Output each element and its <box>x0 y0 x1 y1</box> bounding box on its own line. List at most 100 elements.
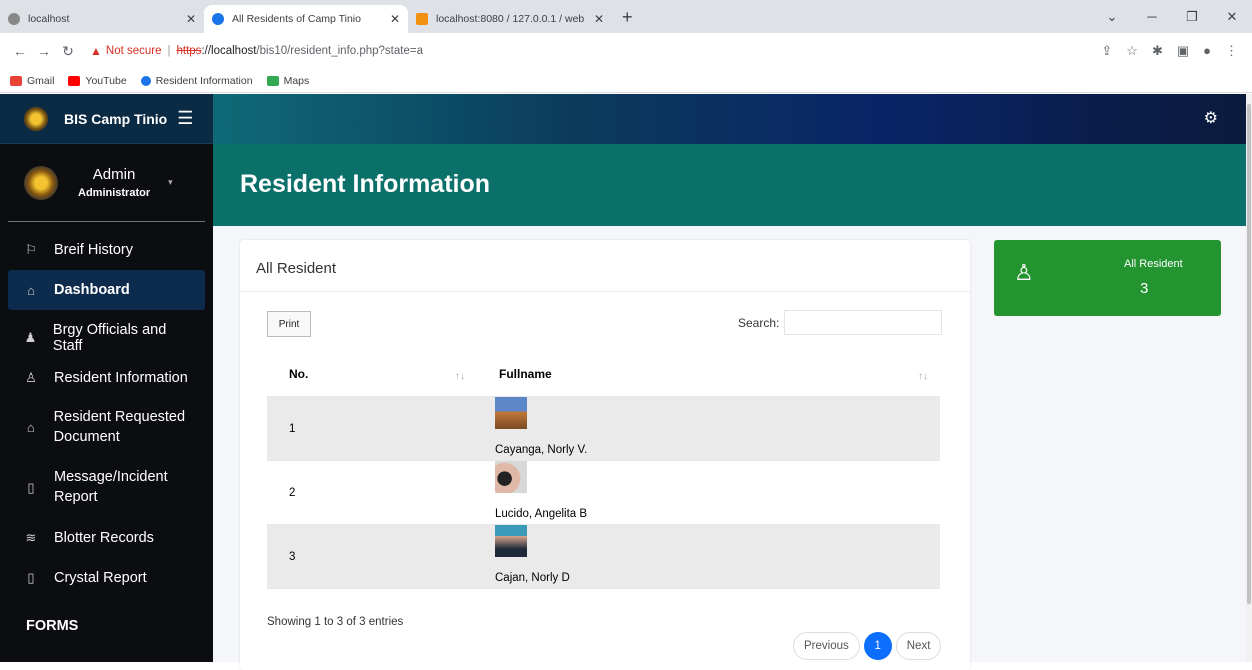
stat-label: All Resident <box>1124 258 1183 270</box>
minimize-icon[interactable]: ─ <box>1132 9 1172 24</box>
browser-tab-localhost[interactable]: localhost ✕ <box>0 5 204 33</box>
bookmark-youtube[interactable]: YouTube <box>68 74 127 87</box>
user-info: Admin Administrator <box>78 166 150 199</box>
row-number: 2 <box>289 486 296 499</box>
browser-tab-bar: localhost ✕ All Residents of Camp Tinio … <box>0 0 1252 33</box>
bookmark-label: Resident Information <box>155 74 253 87</box>
new-tab-icon[interactable]: + <box>622 7 633 28</box>
browser-tab-residents[interactable]: All Residents of Camp Tinio ✕ <box>204 5 408 33</box>
row-number: 3 <box>289 550 296 563</box>
bookmark-gmail[interactable]: Gmail <box>10 75 54 87</box>
pagination: Previous 1 Next <box>793 632 942 660</box>
user-role: Administrator <box>78 187 151 199</box>
table-row[interactable]: 1 Cayanga, Norly V. <box>267 397 940 461</box>
next-button[interactable]: Next <box>895 632 942 660</box>
tab-label: All Residents of Camp Tinio <box>232 13 361 25</box>
restore-icon[interactable]: ❐ <box>1172 9 1212 25</box>
reload-icon[interactable]: ↻ <box>56 43 80 60</box>
brand-title[interactable]: BIS Camp Tinio <box>64 111 167 127</box>
info-to: to <box>323 616 334 628</box>
profile-icon[interactable]: ● <box>1203 43 1211 59</box>
print-button[interactable]: Print <box>267 311 311 337</box>
row-fullname-cell: Lucido, Angelita B <box>477 461 940 524</box>
users-icon: ♟ <box>24 330 37 345</box>
resident-name: Cayanga, Norly V. <box>495 444 588 456</box>
resident-photo <box>495 525 527 557</box>
sidebar-menu: ⚐ Breif History ⌂ Dashboard ♟ Brgy Offic… <box>0 222 213 598</box>
user-panel[interactable]: Admin Administrator ▾ <box>8 144 205 222</box>
sidebar-item-breif-history[interactable]: ⚐ Breif History <box>8 230 205 270</box>
close-icon[interactable]: ✕ <box>186 12 196 26</box>
bookmark-label: Gmail <box>27 74 55 87</box>
hamburger-icon[interactable]: ☰ <box>177 108 193 129</box>
sidebar-item-crystal-report[interactable]: ▯ Crystal Report <box>8 558 205 598</box>
barangay-logo <box>24 106 48 131</box>
page-header: Resident Information <box>213 144 1252 226</box>
url-field[interactable]: ▲ Not secure | https ://localhost /bis10… <box>90 44 1101 58</box>
bookmark-maps[interactable]: Maps <box>266 75 309 87</box>
sidebar-item-label: Blotter Records <box>54 530 154 546</box>
extensions-icon[interactable]: ✱ <box>1152 43 1163 59</box>
sidebar-item-label: Crystal Report <box>54 570 147 586</box>
all-resident-stat-box[interactable]: ♙ All Resident 3 <box>994 240 1221 316</box>
search-input[interactable] <box>784 310 942 335</box>
warning-icon: ▲ <box>90 44 102 58</box>
back-icon[interactable]: ← <box>8 43 32 59</box>
column-label: Fullname <box>499 367 552 381</box>
forward-icon[interactable]: → <box>32 43 56 59</box>
top-navbar: ⚙ <box>213 94 1252 144</box>
user-outline-icon: ♙ <box>25 370 37 385</box>
chevron-down-icon[interactable]: ⌄ <box>1092 9 1132 25</box>
page-title: Resident Information <box>240 170 491 198</box>
share-icon[interactable]: ⇪ <box>1101 43 1112 59</box>
close-icon[interactable]: ✕ <box>594 12 604 26</box>
gear-icon[interactable]: ⚙ <box>1204 108 1218 128</box>
sidepanel-icon[interactable]: ▣ <box>1177 43 1189 59</box>
sidebar-item-resident-information[interactable]: ♙ Resident Information <box>8 358 205 398</box>
scrollbar-thumb[interactable] <box>1247 104 1251 604</box>
sidebar: BIS Camp Tinio ☰ Admin Administrator ▾ ⚐… <box>0 94 213 662</box>
sidebar-item-officials[interactable]: ♟ Brgy Officials and Staff <box>8 318 205 358</box>
maps-icon <box>266 75 279 86</box>
sort-icon[interactable]: ↑↓ <box>455 371 465 382</box>
sort-icon[interactable]: ↑↓ <box>918 371 928 382</box>
previous-button[interactable]: Previous <box>793 632 860 660</box>
row-number: 1 <box>289 422 296 435</box>
table-row[interactable]: 3 Cajan, Norly D <box>267 525 940 589</box>
info-suffix: entries <box>368 616 404 628</box>
page-1-button[interactable]: 1 <box>863 632 892 660</box>
close-window-icon[interactable]: ✕ <box>1212 9 1252 25</box>
sidebar-item-dashboard[interactable]: ⌂ Dashboard <box>8 270 205 310</box>
sidebar-item-label: Brgy Officials and Staff <box>52 322 167 354</box>
sidebar-item-label: Dashboard <box>54 282 130 298</box>
column-header-fullname[interactable]: Fullname ↑↓ <box>477 355 940 396</box>
sidebar-item-incident-report[interactable]: ▯ Message/Incident Report <box>8 458 205 518</box>
avatar <box>24 165 58 200</box>
info-start: 1 <box>314 616 321 628</box>
info-of: of <box>346 616 356 628</box>
stat-value: 3 <box>1140 280 1149 297</box>
close-icon[interactable]: ✕ <box>390 12 400 26</box>
star-icon[interactable]: ☆ <box>1126 43 1138 59</box>
bookmark-resident-information[interactable]: Resident Information <box>140 74 253 87</box>
users-outline-icon: ♙ <box>1014 260 1034 285</box>
caret-down-icon[interactable]: ▾ <box>168 177 173 188</box>
row-fullname-cell: Cayanga, Norly V. <box>477 397 940 460</box>
column-header-no[interactable]: No. ↑↓ <box>267 355 477 396</box>
sidebar-item-requested-document[interactable]: ⌂ Resident Requested Document <box>8 398 205 458</box>
user-name: Admin <box>92 166 136 183</box>
menu-icon[interactable]: ⋮ <box>1225 43 1238 59</box>
bookmark-label: YouTube <box>85 74 127 87</box>
browser-tab-phpmyadmin[interactable]: localhost:8080 / 127.0.0.1 / web ✕ <box>408 5 612 33</box>
signpost-icon: ⚐ <box>25 242 37 257</box>
resident-name: Lucido, Angelita B <box>495 508 588 520</box>
bookmarks-bar: Gmail YouTube Resident Information Maps <box>0 69 1252 93</box>
column-label: No. <box>289 367 309 381</box>
table-row[interactable]: 2 Lucido, Angelita B <box>267 461 940 525</box>
sidebar-item-blotter-records[interactable]: ≋ Blotter Records <box>8 518 205 558</box>
residents-table: No. ↑↓ Fullname ↑↓ 1 Cayanga, Norly V. 2 <box>267 355 940 589</box>
main-content: All Resident Print Search: No. ↑↓ Fullna… <box>213 226 1252 670</box>
info-total: 3 <box>359 616 366 628</box>
page-scrollbar[interactable] <box>1246 94 1252 662</box>
url-separator: | <box>167 45 171 57</box>
